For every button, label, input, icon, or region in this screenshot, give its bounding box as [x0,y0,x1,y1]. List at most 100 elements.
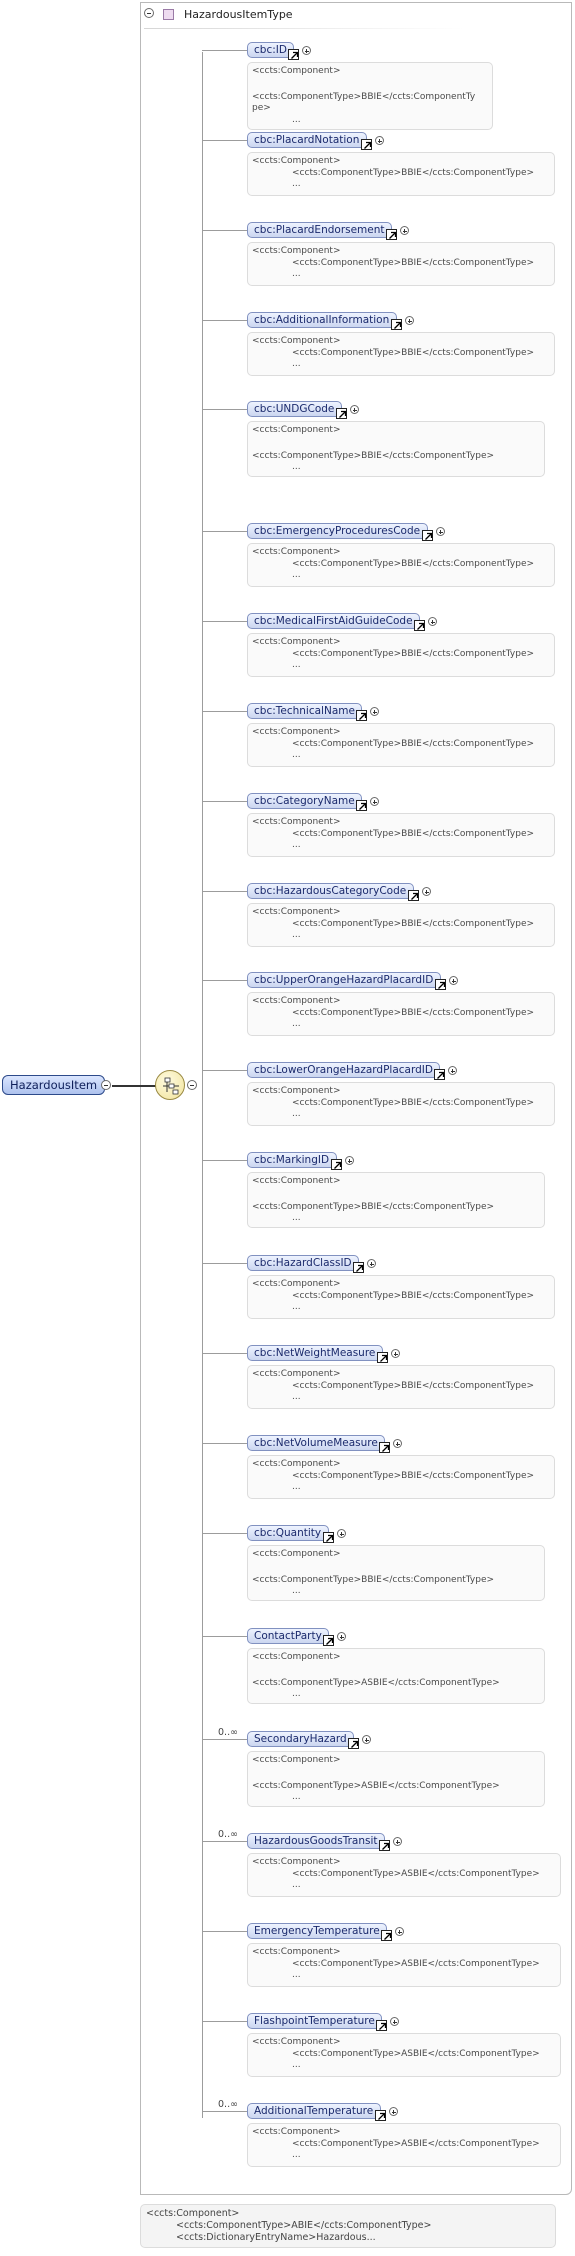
annotation-line: ... [292,1792,301,1802]
branch-line [202,621,247,622]
branch-line [202,801,247,802]
annotation-card: <ccts:Component> <ccts:ComponentType>ASBI… [247,1751,545,1807]
element-additional-temperature[interactable]: AdditionalTemperature [247,2103,381,2119]
expand-element-icon[interactable] [400,226,409,235]
annotation-card: <ccts:Component> <ccts:ComponentType>BBIE… [247,152,555,196]
annotation-card: <ccts:Component> <ccts:ComponentType>BBIE… [247,332,555,376]
element-lower-orange-hazard-placard-id[interactable]: cbc:LowerOrangeHazardPlacardID [247,1062,440,1078]
element-id[interactable]: cbc:ID [247,42,294,58]
annotation-card: <ccts:Component> <ccts:ComponentType>BBIE… [247,813,555,857]
collapse-sequence-icon[interactable] [187,1080,197,1090]
element-emergency-temperature[interactable]: EmergencyTemperature [247,1923,387,1939]
annotation-line: <ccts:Component> [252,1755,341,1765]
reference-arrow-icon [356,710,367,721]
expand-element-icon[interactable] [448,1066,457,1075]
multiplicity-label: 0..∞ [218,1727,238,1738]
annotation-line: <ccts:ComponentType>BBIE</ccts:Component… [292,828,535,839]
annotation-card: <ccts:Component> <ccts:ComponentType>BBIE… [247,1455,555,1499]
expand-element-icon[interactable] [422,887,431,896]
annotation-line: <ccts:Component> [252,1369,341,1379]
expand-element-icon[interactable] [345,1156,354,1165]
reference-arrow-icon [375,2110,386,2121]
element-placard-endorsement[interactable]: cbc:PlacardEndorsement [247,222,392,238]
expand-element-icon[interactable] [367,1259,376,1268]
element-hazardous-category-code[interactable]: cbc:HazardousCategoryCode [247,883,414,899]
schema-diagram: HazardousItemType HazardousItem cbc:ID <c… [0,0,575,2256]
element-upper-orange-hazard-placard-id[interactable]: cbc:UpperOrangeHazardPlacardID [247,972,441,988]
reference-arrow-icon [435,979,446,990]
reference-arrow-icon [356,800,367,811]
expand-element-icon[interactable] [449,976,458,985]
element-marking-id[interactable]: cbc:MarkingID [247,1152,337,1168]
reference-arrow-icon [348,1738,359,1749]
collapse-root-icon[interactable] [101,1080,111,1090]
annotation-line: ... [292,930,301,940]
multiplicity-label: 0..∞ [218,1829,238,1840]
element-flashpoint-temperature[interactable]: FlashpointTemperature [247,2013,382,2029]
annotation-line: ... [292,1213,301,1223]
expand-element-icon[interactable] [428,617,437,626]
annotation-card: <ccts:Component> <ccts:ComponentType>BBIE… [247,421,545,477]
annotation-line: ... [292,179,301,189]
reference-arrow-icon [376,2020,387,2031]
element-medical-first-aid-guide-code[interactable]: cbc:MedicalFirstAidGuideCode [247,613,420,629]
element-net-volume-measure[interactable]: cbc:NetVolumeMeasure [247,1435,385,1451]
branch-line [202,1739,247,1740]
root-element-hazardous-item[interactable]: HazardousItem [2,1075,106,1095]
element-contact-party[interactable]: ContactParty [247,1628,329,1644]
annotation-card: <ccts:Component> <ccts:ComponentType>BBIE… [247,903,555,947]
annotation-line: <ccts:ComponentType>BBIE</ccts:Component… [292,558,535,569]
annotation-line: ... [292,570,301,580]
annotation-line: ... [292,750,301,760]
element-emergency-procedures-code[interactable]: cbc:EmergencyProceduresCode [247,523,428,539]
expand-element-icon[interactable] [393,1837,402,1846]
annotation-line: <ccts:Component> [252,547,341,557]
expand-element-icon[interactable] [389,2107,398,2116]
expand-element-icon[interactable] [370,797,379,806]
element-net-weight-measure[interactable]: cbc:NetWeightMeasure [247,1345,383,1361]
branch-line [202,1263,247,1264]
element-additional-information[interactable]: cbc:AdditionalInformation [247,312,397,328]
element-category-name[interactable]: cbc:CategoryName [247,793,362,809]
expand-element-icon[interactable] [370,707,379,716]
annotation-line: <ccts:ComponentType>BBIE</ccts:Component… [252,91,476,102]
element-hazard-class-id[interactable]: cbc:HazardClassID [247,1255,359,1271]
annotation-card: <ccts:Component> <ccts:ComponentType>BBIE… [247,62,493,130]
annotation-line: <ccts:Component> [252,1279,341,1289]
branch-line [202,1533,247,1534]
expand-element-icon[interactable] [436,527,445,536]
element-placard-notation[interactable]: cbc:PlacardNotation [247,132,367,148]
annotation-line: ... [292,269,301,279]
expand-element-icon[interactable] [337,1632,346,1641]
annotation-line: pe> [252,103,271,113]
annotation-card: <ccts:Component> <ccts:ComponentType>ASBI… [247,1648,545,1704]
element-quantity[interactable]: cbc:Quantity [247,1525,329,1541]
expand-element-icon[interactable] [302,46,311,55]
expand-element-icon[interactable] [375,136,384,145]
branch-line [202,1353,247,1354]
annotation-line: <ccts:ComponentType>BBIE</ccts:Component… [292,918,535,929]
annotation-line: <ccts:ComponentType>ASBIE</ccts:Componen… [292,1958,540,1969]
expand-element-icon[interactable] [395,1927,404,1936]
element-technical-name[interactable]: cbc:TechnicalName [247,703,362,719]
element-hazardous-goods-transit[interactable]: HazardousGoodsTransit [247,1833,385,1849]
expand-element-icon[interactable] [393,1439,402,1448]
reference-arrow-icon [386,229,397,240]
reference-arrow-icon [422,530,433,541]
element-secondary-hazard[interactable]: SecondaryHazard [247,1731,354,1747]
annotation-line: <ccts:ComponentType>ASBIE</ccts:Componen… [292,2138,540,2149]
branch-line [202,711,247,712]
annotation-line: <ccts:ComponentType>BBIE</ccts:Component… [292,1380,535,1391]
expand-element-icon[interactable] [405,316,414,325]
expand-element-icon[interactable] [391,1349,400,1358]
expand-element-icon[interactable] [337,1529,346,1538]
sequence-compositor-icon[interactable] [155,1070,185,1100]
expand-element-icon[interactable] [390,2017,399,2026]
annotation-line: <ccts:Component> [252,817,341,827]
annotation-line: <ccts:Component> [252,246,341,256]
expand-element-icon[interactable] [350,405,359,414]
multiplicity-label: 0..∞ [218,2099,238,2110]
element-undgcode[interactable]: cbc:UNDGCode [247,401,342,417]
expand-element-icon[interactable] [362,1735,371,1744]
type-header: HazardousItemType [144,6,293,22]
